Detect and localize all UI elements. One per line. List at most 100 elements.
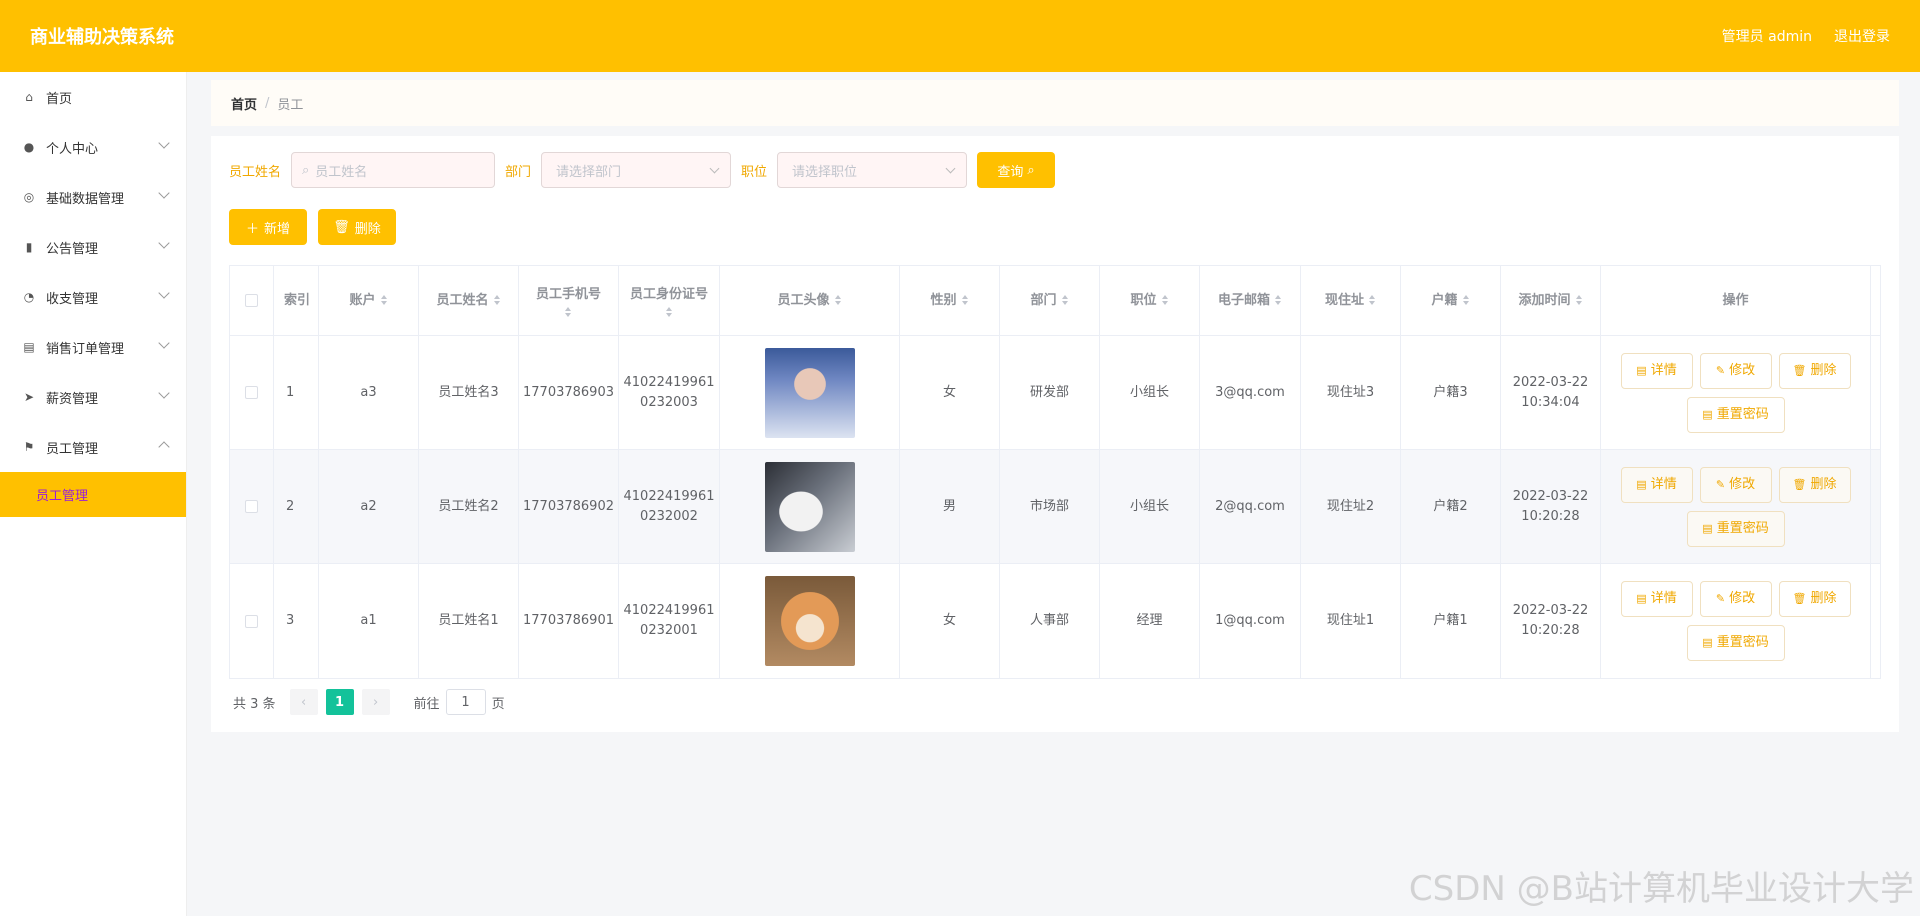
col-created[interactable]: 添加时间 [1501,266,1601,335]
sort-icon[interactable] [380,295,388,305]
detail-button[interactable]: ▤ 详情 [1620,352,1693,389]
col-account[interactable]: 账户 [319,266,419,335]
col-phone[interactable]: 员工手机号 [519,266,619,335]
sort-icon[interactable] [565,306,572,317]
sidebar-item-salary[interactable]: ➤ 薪资管理 [0,372,186,422]
col-email[interactable]: 电子邮箱 [1200,266,1301,335]
breadcrumb: 首页 / 员工 [211,80,1899,126]
detail-label: 详情 [1650,362,1677,378]
document-icon: ▤ [1636,592,1647,605]
sort-icon[interactable] [493,295,501,305]
cell-email: 3@qq.com [1200,336,1301,449]
delete-label: 删除 [1810,362,1837,378]
add-button[interactable]: ＋ 新增 [229,209,307,245]
breadcrumb-home[interactable]: 首页 [231,94,257,113]
sort-icon[interactable] [1061,295,1069,305]
cell-dept: 研发部 [1000,336,1100,449]
cell-created: 2022-03-22 10:34:04 [1501,336,1601,449]
row-checkbox[interactable] [245,614,258,628]
col-address[interactable]: 现住址 [1301,266,1401,335]
delete-button[interactable]: 🗑 删除 [1778,581,1851,617]
sidebar: ⌂ 首页 ● 个人中心 ◎ 基础数据管理 ▮ 公告管理 ◔ 收支管理 ▤ 销售订… [0,72,187,916]
edit-label: 修改 [1729,591,1756,606]
edit-button[interactable]: ✎ 修改 [1699,352,1772,389]
idcard-line-1: 41022419961 [623,374,715,390]
row-checkbox[interactable] [245,386,258,399]
employee-avatar-image[interactable] [764,461,855,552]
sort-icon[interactable] [1575,295,1583,305]
reset-password-button[interactable]: ▤ 重置密码 [1686,625,1785,661]
cell-position: 小组长 [1100,450,1200,563]
sort-icon[interactable] [1462,295,1470,305]
col-actions: 操作 [1601,266,1871,335]
col-phone-label: 员工手机号 [535,286,601,302]
sidebar-item-profile[interactable]: ● 个人中心 [0,122,186,172]
prev-page-button[interactable]: ‹ [289,689,318,715]
search-icon: ⌕ [302,162,310,178]
employee-avatar-image[interactable] [764,347,855,438]
page-number-1[interactable]: 1 [325,689,354,715]
col-avatar[interactable]: 员工头像 [720,266,900,335]
col-index: 索引 [274,266,319,335]
edit-button[interactable]: ✎ 修改 [1699,581,1772,617]
select-all-checkbox[interactable] [245,294,258,307]
batch-delete-button[interactable]: 🗑 删除 [318,209,396,245]
sort-icon[interactable] [1161,295,1169,305]
sidebar-item-home[interactable]: ⌂ 首页 [0,72,186,122]
cell-position: 小组长 [1100,336,1200,449]
detail-button[interactable]: ▤ 详情 [1620,581,1693,617]
search-icon: ⌕ [1027,162,1035,177]
sidebar-item-label: 薪资管理 [46,391,99,407]
col-position[interactable]: 职位 [1100,266,1200,335]
col-name[interactable]: 员工姓名 [419,266,519,335]
cell-idcard: 41022419961 0232002 [619,450,720,563]
row-checkbox[interactable] [245,500,258,513]
position-select[interactable]: 请选择职位 [777,152,968,188]
col-huji[interactable]: 户籍 [1401,266,1501,335]
sort-icon[interactable] [1369,295,1376,305]
sidebar-item-label: 收支管理 [46,291,99,307]
delete-button[interactable]: 🗑 删除 [1778,466,1851,503]
chevron-up-icon [158,441,170,453]
edit-button[interactable]: ✎ 修改 [1699,466,1772,503]
sidebar-item-employee[interactable]: ⚑ 员工管理 [0,422,186,472]
edit-icon: ✎ [1715,363,1726,377]
name-filter-input[interactable]: ⌕ 员工姓名 [291,152,496,188]
sidebar-item-notice[interactable]: ▮ 公告管理 [0,222,186,272]
logout-link[interactable]: 退出登录 [1834,26,1890,46]
next-page-button[interactable]: › [361,689,390,715]
row-select-cell [230,564,274,678]
sidebar-item-base-data[interactable]: ◎ 基础数据管理 [0,172,186,222]
chevron-down-icon [158,287,170,299]
col-gender[interactable]: 性别 [900,266,1000,335]
total-count: 共 3 条 [233,696,276,712]
delete-button[interactable]: 🗑 删除 [1778,352,1851,389]
sort-icon[interactable] [834,295,842,305]
query-button[interactable]: 查询 ⌕ [977,152,1056,188]
sort-icon[interactable] [1275,295,1282,305]
current-user[interactable]: 管理员 admin [1722,26,1812,46]
sort-icon[interactable] [665,306,673,317]
sidebar-subitem-employee-manage[interactable]: 员工管理 [0,472,186,517]
document-icon: ▤ [1636,363,1647,377]
col-idcard[interactable]: 员工身份证号 [619,266,720,335]
col-dept[interactable]: 部门 [1000,266,1100,335]
document-icon: ▤ [1702,636,1713,649]
sidebar-item-label: 基础数据管理 [46,191,125,207]
edit-label: 修改 [1729,362,1756,378]
goto-page-input[interactable] [445,689,486,715]
reset-password-button[interactable]: ▤ 重置密码 [1686,510,1785,547]
sort-icon[interactable] [961,295,969,305]
sidebar-item-finance[interactable]: ◔ 收支管理 [0,272,186,322]
page-unit-label: 页 [491,696,505,712]
sidebar-item-sales-orders[interactable]: ▤ 销售订单管理 [0,322,186,372]
cell-dept: 市场部 [1000,450,1100,563]
position-filter-label: 职位 [741,164,768,180]
employee-avatar-image[interactable] [764,576,855,666]
cell-avatar [720,564,900,678]
detail-button[interactable]: ▤ 详情 [1620,466,1693,503]
reset-password-button[interactable]: ▤ 重置密码 [1686,396,1785,433]
sidebar-item-label: 首页 [46,91,73,107]
sidebar-item-label: 公告管理 [46,241,99,257]
dept-select[interactable]: 请选择部门 [541,152,732,188]
